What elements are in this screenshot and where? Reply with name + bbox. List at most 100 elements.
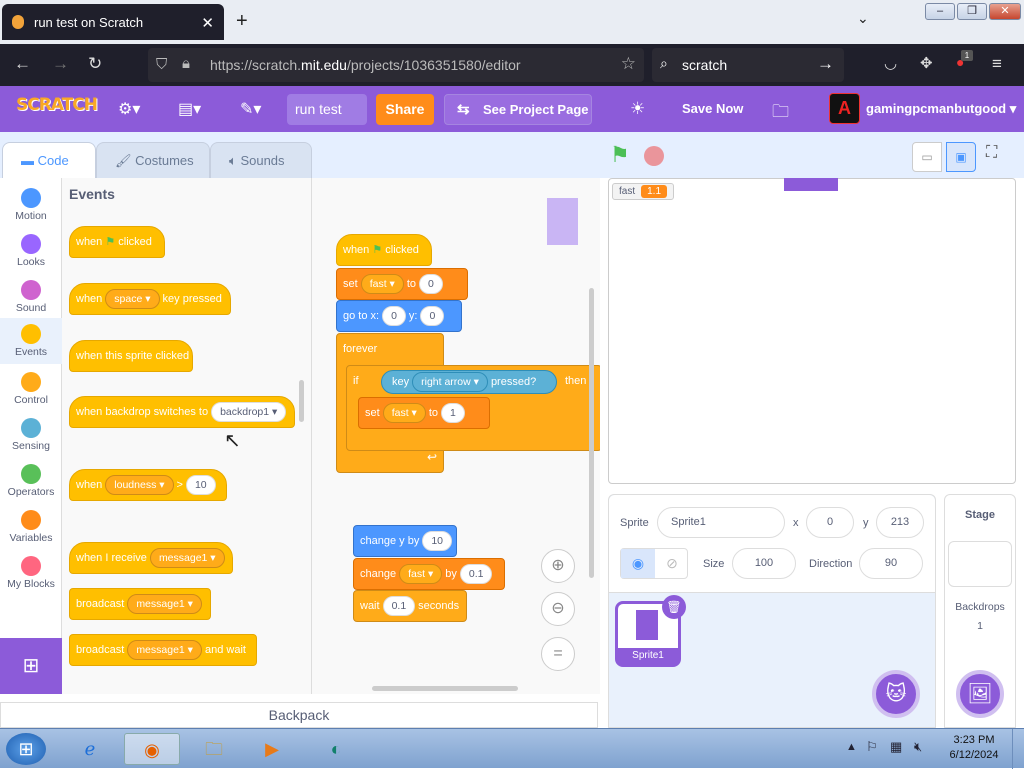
choose-backdrop-button[interactable]: 🖼︎	[956, 670, 1004, 718]
set-variable-block[interactable]: set fast ▾ to 0	[336, 268, 468, 300]
direction-input[interactable]: 90	[859, 548, 923, 579]
variable-dropdown[interactable]: fast ▾	[399, 564, 443, 584]
backdrop-dropdown[interactable]: backdrop1 ▾	[211, 402, 287, 422]
key-dropdown[interactable]: space ▾	[105, 289, 160, 309]
back-arrow-icon[interactable]: ←	[14, 54, 31, 74]
tab-code[interactable]: ▬ Code	[2, 142, 96, 179]
forward-arrow-icon[interactable]: →	[52, 54, 69, 74]
my-stuff-folder-icon[interactable]: 🗀	[772, 99, 789, 128]
stop-icon[interactable]	[644, 146, 664, 166]
url-bar[interactable]: ⛉ 🔒︎ https://scratch. mit.edu/projects/10…	[148, 48, 644, 82]
message-dropdown[interactable]: message1 ▾	[149, 548, 225, 568]
fullscreen-icon[interactable]: ⛶	[986, 144, 997, 162]
minimize-window-button[interactable]: –	[925, 3, 955, 20]
when-backdrop-switches-block[interactable]: when backdrop switches to backdrop1 ▾	[69, 396, 295, 428]
media-player-icon[interactable]: ▶	[252, 733, 292, 765]
change-y-block[interactable]: change y by 10	[353, 525, 457, 557]
bookmark-star-icon[interactable]: ☆	[621, 54, 636, 74]
backpack[interactable]: Backpack	[0, 702, 598, 728]
when-flag-clicked-block[interactable]: when ⚑ clicked	[336, 234, 432, 266]
tab-costumes[interactable]: 🖌︎ Costumes	[96, 142, 210, 179]
when-i-receive-block[interactable]: when I receive message1 ▾	[69, 542, 233, 574]
x-input[interactable]: 0	[382, 306, 406, 326]
chevron-down-icon[interactable]: ⌄	[857, 10, 869, 27]
save-now-button[interactable]: Save Now	[682, 101, 743, 116]
y-input[interactable]: 213	[876, 507, 924, 538]
message-dropdown[interactable]: message1 ▾	[127, 594, 202, 614]
sprite-name-input[interactable]: Sprite1	[657, 507, 785, 538]
set-variable-block[interactable]: set fast ▾ to 1	[358, 397, 490, 429]
category-operators[interactable]: Operators	[0, 458, 62, 504]
green-flag-icon[interactable]: ⚑	[610, 142, 630, 168]
delete-sprite-trash-icon[interactable]: 🗑︎	[662, 595, 686, 619]
internet-explorer-icon[interactable]: ℯ	[70, 733, 110, 765]
theme-lightbulb-icon[interactable]: ☀	[630, 99, 645, 119]
go-arrow-icon[interactable]: →	[817, 54, 834, 74]
value-input[interactable]: 10	[422, 531, 453, 551]
palette-scrollbar[interactable]	[299, 380, 304, 422]
y-input[interactable]: 0	[420, 306, 445, 326]
value-input[interactable]: 1	[441, 403, 465, 423]
category-looks[interactable]: Looks	[0, 228, 62, 274]
project-title-input[interactable]: run test	[287, 94, 367, 125]
broadcast-and-wait-block[interactable]: broadcast message1 ▾ and wait	[69, 634, 257, 666]
category-sound[interactable]: Sound	[0, 274, 62, 320]
username-menu[interactable]: gamingpcmanbutgood ▾	[866, 101, 1016, 117]
wait-block[interactable]: wait 0.1 seconds	[353, 590, 467, 622]
when-sprite-clicked-block[interactable]: when this sprite clicked	[69, 340, 193, 372]
search-field[interactable]: ⌕ scratch →	[652, 48, 844, 82]
share-button[interactable]: Share	[376, 94, 434, 125]
when-key-pressed-block[interactable]: when space ▾ key pressed	[69, 283, 231, 315]
key-pressed-sensing-block[interactable]: key right arrow ▾ pressed?	[381, 370, 557, 394]
zoom-out-button[interactable]: ⊖	[541, 592, 575, 626]
new-tab-icon[interactable]: +	[236, 10, 248, 33]
when-loudness-block[interactable]: when loudness ▾ >10	[69, 469, 227, 501]
show-eye-icon[interactable]: ◉	[621, 549, 655, 578]
category-motion[interactable]: Motion	[0, 182, 62, 228]
windows-start-button[interactable]: ⊞	[6, 733, 46, 765]
broadcast-block[interactable]: broadcast message1 ▾	[69, 588, 211, 620]
small-stage-icon[interactable]: ▭	[912, 142, 942, 172]
value-input[interactable]: 0	[419, 274, 443, 294]
workspace-vertical-scrollbar[interactable]	[589, 288, 594, 578]
category-control[interactable]: Control	[0, 366, 62, 412]
loudness-value-input[interactable]: 10	[185, 475, 216, 495]
category-variables[interactable]: Variables	[0, 504, 62, 550]
hamburger-menu-icon[interactable]: ≡	[992, 54, 1002, 74]
add-extension-button[interactable]: ⊞	[0, 638, 62, 694]
reload-icon[interactable]: ↻	[88, 54, 102, 74]
category-my-blocks[interactable]: My Blocks	[0, 550, 62, 596]
hide-eye-icon[interactable]: ⊘	[655, 549, 689, 578]
close-window-button[interactable]: ✕	[989, 3, 1021, 20]
flag-tray-icon[interactable]: ⚐	[866, 739, 878, 755]
tray-expand-icon[interactable]: ▲	[846, 741, 857, 753]
maximize-window-button[interactable]: ❐	[957, 3, 987, 20]
scratch-logo[interactable]: SCRATCH	[16, 95, 98, 115]
shield-icon[interactable]: ⛉	[156, 56, 167, 73]
size-input[interactable]: 100	[732, 548, 796, 579]
stage-canvas[interactable]: fast 1.1	[608, 178, 1016, 484]
message-dropdown[interactable]: message1 ▾	[127, 640, 202, 660]
pocket-icon[interactable]: ◡	[884, 54, 897, 72]
variable-dropdown[interactable]: fast ▾	[360, 274, 404, 294]
go-to-xy-block[interactable]: go to x: 0 y: 0	[336, 300, 462, 332]
network-tray-icon[interactable]: ▦	[890, 739, 902, 755]
app-icon[interactable]: ◐	[316, 733, 356, 765]
avatar[interactable]: A	[829, 93, 860, 124]
category-sensing[interactable]: Sensing	[0, 412, 62, 458]
tab-sounds[interactable]: 🔈︎ Sounds	[210, 142, 312, 179]
settings-gear-icon[interactable]: ⚙▾	[118, 99, 140, 119]
sprite-on-stage[interactable]	[784, 178, 838, 191]
large-stage-icon[interactable]: ▣	[946, 142, 976, 172]
firefox-icon[interactable]: ◉	[124, 733, 180, 765]
extensions-icon[interactable]: ✥	[920, 54, 933, 72]
lock-icon[interactable]: 🔒︎	[182, 55, 190, 72]
change-variable-block[interactable]: change fast ▾ by 0.1	[353, 558, 505, 590]
reset-zoom-button[interactable]: =	[541, 637, 575, 671]
script-workspace[interactable]: when ⚑ clicked set fast ▾ to 0 go to x: 0 y: 0…	[312, 178, 600, 694]
category-events[interactable]: Events	[0, 318, 62, 364]
file-menu-icon[interactable]: ▤▾	[178, 99, 201, 119]
variable-dropdown[interactable]: fast ▾	[382, 403, 426, 423]
value-input[interactable]: 0.1	[382, 596, 416, 616]
volume-tray-icon[interactable]: 🔇︎	[914, 739, 922, 755]
